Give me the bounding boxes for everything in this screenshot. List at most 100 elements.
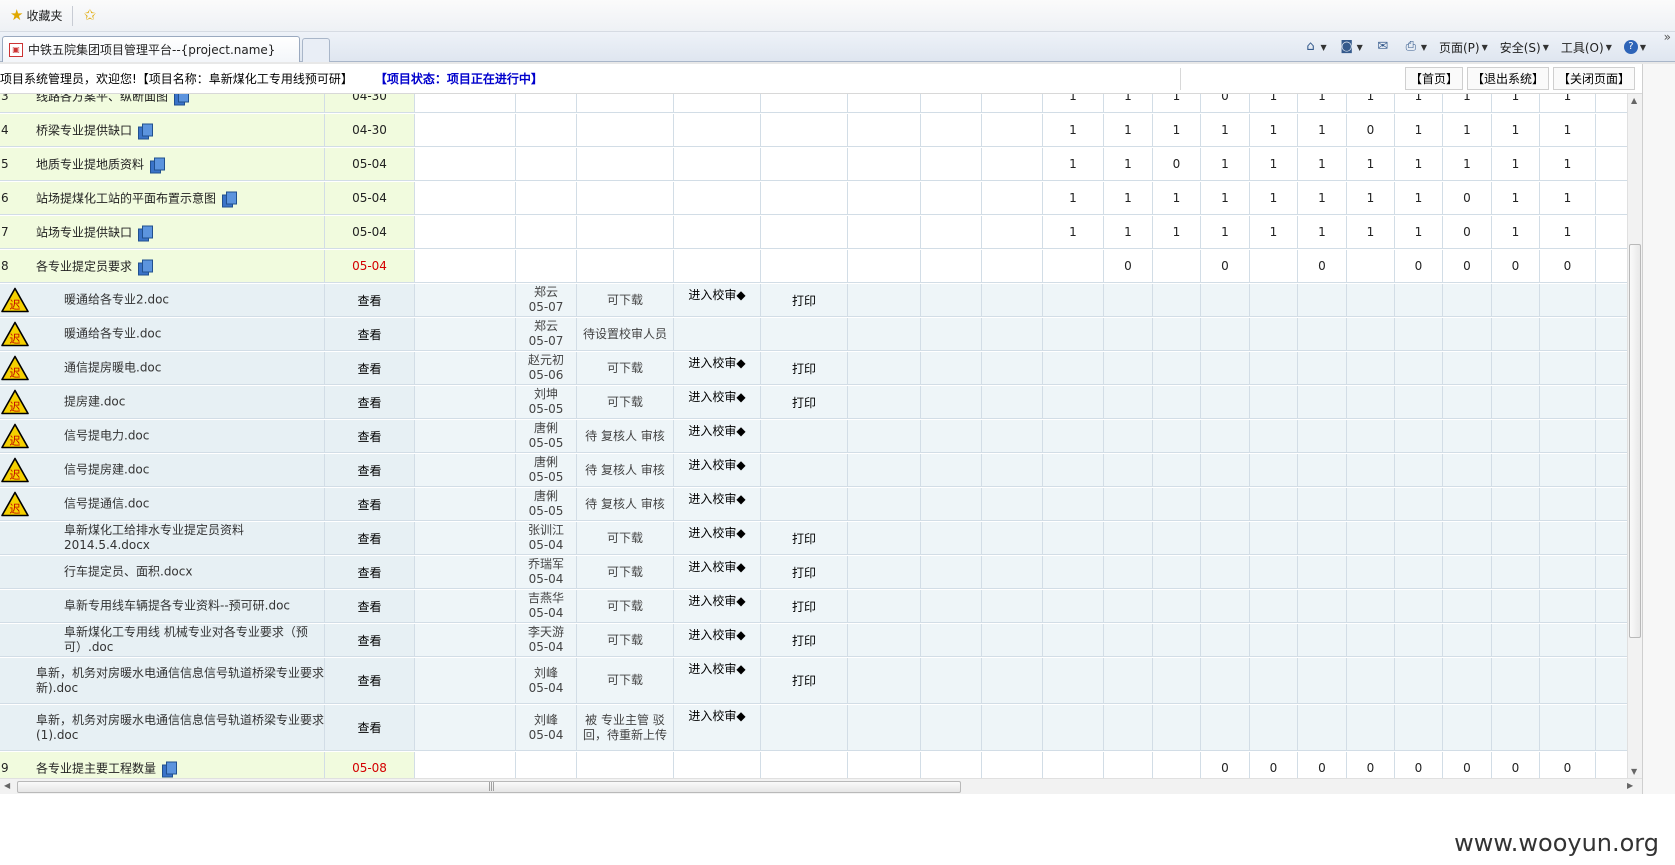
status-value-cell: [1250, 250, 1298, 282]
task-due-date: 05-04: [325, 250, 415, 282]
scroll-grip-icon: |||: [488, 782, 495, 792]
status-value-cell: 0: [1395, 752, 1443, 778]
enter-review-button[interactable]: 进入校审◆: [688, 388, 745, 405]
enter-review-button[interactable]: 进入校审◆: [688, 354, 745, 371]
print-button[interactable]: 打印: [792, 360, 816, 377]
home-button[interactable]: ⌂ ▼: [1298, 36, 1332, 58]
view-button[interactable]: 查看: [325, 420, 415, 452]
task-title[interactable]: 各专业提主要工程数量: [36, 760, 178, 777]
enter-review-button[interactable]: 进入校审◆: [688, 592, 745, 609]
enter-review-button[interactable]: 进入校审◆: [688, 660, 745, 677]
task-title[interactable]: 地质专业提地质资料: [36, 156, 166, 173]
view-button[interactable]: 查看: [325, 284, 415, 316]
view-button[interactable]: 查看: [325, 624, 415, 656]
print-button[interactable]: 打印: [792, 632, 816, 649]
empty-cell: [1201, 420, 1250, 452]
status-value-cell: 1: [1347, 148, 1395, 180]
print-button[interactable]: 打印: [792, 598, 816, 615]
copy-icon[interactable]: [138, 123, 154, 139]
home-dropdown-icon[interactable]: ▼: [1321, 43, 1327, 52]
horizontal-scrollbar[interactable]: ◀ ||| ▶: [0, 778, 1642, 794]
mail-button[interactable]: ✉: [1370, 36, 1396, 58]
scroll-left-icon[interactable]: ◀: [4, 781, 10, 790]
logout-link[interactable]: 【退出系统】: [1466, 67, 1549, 90]
empty-cell: [848, 318, 921, 350]
empty-cell: [982, 658, 1043, 703]
scroll-right-icon[interactable]: ▶: [1627, 781, 1633, 790]
page-menu[interactable]: 页面(P) ▼: [1434, 36, 1493, 58]
view-button[interactable]: 查看: [325, 386, 415, 418]
document-name-cell: 阜新专用线车辆提各专业资料--预可研.doc: [0, 590, 325, 622]
home-link[interactable]: 【首页】: [1404, 67, 1463, 90]
chevron-more-icon[interactable]: »: [1664, 30, 1671, 44]
add-favorite-button[interactable]: ✩: [77, 4, 102, 28]
print-button[interactable]: 打印: [792, 394, 816, 411]
horizontal-scroll-thumb[interactable]: |||: [17, 781, 961, 793]
view-button[interactable]: 查看: [325, 556, 415, 588]
status-value-cell: 0: [1492, 752, 1540, 778]
toolbar-divider: [72, 5, 74, 26]
status-value-cell: 0: [1492, 250, 1540, 282]
enter-review-button[interactable]: 进入校审◆: [688, 286, 745, 303]
close-page-link[interactable]: 【关闭页面】: [1552, 67, 1635, 90]
task-title[interactable]: 站场提煤化工站的平面布置示意图: [36, 190, 238, 207]
status-value-cell: 1: [1540, 94, 1596, 112]
task-title[interactable]: 站场专业提供缺口: [36, 224, 154, 241]
enter-review-button[interactable]: 进入校审◆: [688, 524, 745, 541]
enter-review-button[interactable]: 进入校审◆: [688, 626, 745, 643]
vertical-scroll-thumb[interactable]: [1629, 244, 1641, 638]
enter-review-button[interactable]: 进入校审◆: [688, 422, 745, 439]
enter-review-button[interactable]: 进入校审◆: [688, 558, 745, 575]
view-button[interactable]: 查看: [325, 454, 415, 486]
scroll-up-icon[interactable]: ▲: [1631, 96, 1637, 105]
print-button[interactable]: 打印: [792, 564, 816, 581]
svg-text:迟: 迟: [10, 435, 21, 448]
empty-cell: [1104, 590, 1153, 622]
favorites-button[interactable]: ★ 收藏夹: [4, 4, 68, 28]
copy-icon[interactable]: [174, 94, 190, 105]
empty-cell: [848, 752, 921, 778]
view-button[interactable]: 查看: [325, 590, 415, 622]
empty-cell: [1540, 454, 1596, 486]
empty-cell: [1201, 522, 1250, 554]
task-title[interactable]: 各专业提定员要求: [36, 258, 154, 275]
copy-icon[interactable]: [138, 259, 154, 275]
status-value-cell: 1: [1043, 216, 1104, 248]
task-title[interactable]: 桥梁专业提供缺口: [36, 122, 154, 139]
feeds-dropdown-icon[interactable]: ▼: [1357, 43, 1363, 52]
view-button[interactable]: 查看: [325, 352, 415, 384]
review-state: 可下载: [577, 352, 674, 384]
vertical-scrollbar[interactable]: ▲ ▼: [1627, 94, 1642, 778]
empty-cell: [921, 522, 982, 554]
tools-menu[interactable]: 工具(O) ▼: [1556, 36, 1617, 58]
feeds-button[interactable]: ◙ ▼: [1334, 36, 1368, 58]
view-button[interactable]: 查看: [325, 522, 415, 554]
print-dropdown-icon[interactable]: ▼: [1421, 43, 1427, 52]
scroll-down-icon[interactable]: ▼: [1631, 767, 1637, 776]
status-value-cell: 0: [1443, 250, 1492, 282]
copy-icon[interactable]: [162, 761, 178, 777]
print-button[interactable]: 打印: [792, 672, 816, 689]
view-button[interactable]: 查看: [325, 318, 415, 350]
uploader-cell: 唐俐 05-05: [516, 488, 577, 520]
help-menu[interactable]: ? ▼: [1619, 36, 1651, 58]
view-button[interactable]: 查看: [325, 705, 415, 750]
task-title[interactable]: 线路各方案平、纵断面图: [36, 94, 190, 105]
view-button[interactable]: 查看: [325, 658, 415, 703]
print-toolbar-button[interactable]: ⎙ ▼: [1398, 36, 1432, 58]
view-button[interactable]: 查看: [325, 488, 415, 520]
safety-menu[interactable]: 安全(S) ▼: [1495, 36, 1554, 58]
copy-icon[interactable]: [138, 225, 154, 241]
enter-review-button[interactable]: 进入校审◆: [688, 490, 745, 507]
enter-review-button[interactable]: 进入校审◆: [688, 456, 745, 473]
browser-tab[interactable]: ▣ 中铁五院集团项目管理平台--{project.name}: [2, 36, 300, 62]
empty-cell: [1043, 284, 1104, 316]
print-button[interactable]: 打印: [792, 292, 816, 309]
rss-feed-icon: ◙: [1340, 39, 1353, 54]
copy-icon[interactable]: [150, 157, 166, 173]
enter-review-button[interactable]: 进入校审◆: [688, 707, 745, 724]
empty-cell: [1492, 556, 1540, 588]
copy-icon[interactable]: [222, 191, 238, 207]
print-button[interactable]: 打印: [792, 530, 816, 547]
new-tab-button[interactable]: [302, 38, 330, 62]
